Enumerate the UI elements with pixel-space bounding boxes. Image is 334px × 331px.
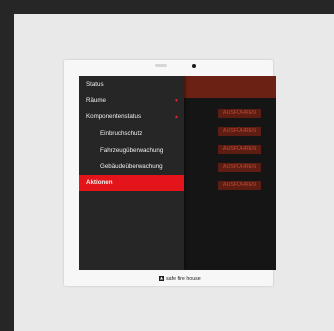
sidebar-item-label: Status bbox=[86, 81, 104, 88]
sidebar-item-gebaeudeueberwachung[interactable]: Gebäudeüberwachung bbox=[79, 159, 184, 175]
content-header bbox=[184, 76, 276, 98]
chevron-up-icon[interactable]: ▲ bbox=[174, 109, 179, 125]
chevron-down-icon[interactable]: ▼ bbox=[174, 93, 179, 109]
sidebar-item-aktionen[interactable]: Aktionen bbox=[79, 175, 184, 191]
execute-button[interactable]: AUSFÜHREN bbox=[218, 181, 261, 190]
sidebar-item-label: Komponentenstatus bbox=[86, 113, 142, 120]
execute-button[interactable]: AUSFÜHREN bbox=[218, 109, 261, 118]
house-logo-icon bbox=[159, 275, 164, 281]
sidebar-item-label: Aktionen bbox=[86, 179, 113, 186]
sidebar-item-label: Fahrzeugüberwachung bbox=[100, 147, 164, 154]
execute-button[interactable]: AUSFÜHREN bbox=[218, 127, 261, 136]
execute-button[interactable]: AUSFÜHREN bbox=[218, 145, 261, 154]
sidebar-item-einbruchschutz[interactable]: Einbruchschutz bbox=[79, 126, 184, 142]
sidebar-item-label: Einbruchschutz bbox=[100, 130, 143, 137]
device-screen: Status Räume ▼ Komponentenstatus ▲ Einbr… bbox=[79, 76, 276, 270]
sidebar-item-komponentenstatus[interactable]: Komponentenstatus ▲ bbox=[79, 109, 184, 125]
brand-logo: safe fire house bbox=[159, 275, 201, 283]
execute-button[interactable]: AUSFÜHREN bbox=[218, 163, 261, 172]
camera-icon bbox=[192, 64, 196, 68]
sidebar-item-status[interactable]: Status bbox=[79, 77, 184, 93]
sidebar-item-fahrzeugueberwachung[interactable]: Fahrzeugüberwachung bbox=[79, 143, 184, 159]
sidebar-item-label: Gebäudeüberwachung bbox=[100, 163, 163, 170]
sidebar-item-raeume[interactable]: Räume ▼ bbox=[79, 93, 184, 109]
proximity-sensor bbox=[155, 64, 167, 67]
sidebar-item-label: Räume bbox=[86, 97, 106, 104]
brand-name: safe fire house bbox=[166, 276, 201, 282]
sidebar-nav: Status Räume ▼ Komponentenstatus ▲ Einbr… bbox=[79, 76, 184, 270]
